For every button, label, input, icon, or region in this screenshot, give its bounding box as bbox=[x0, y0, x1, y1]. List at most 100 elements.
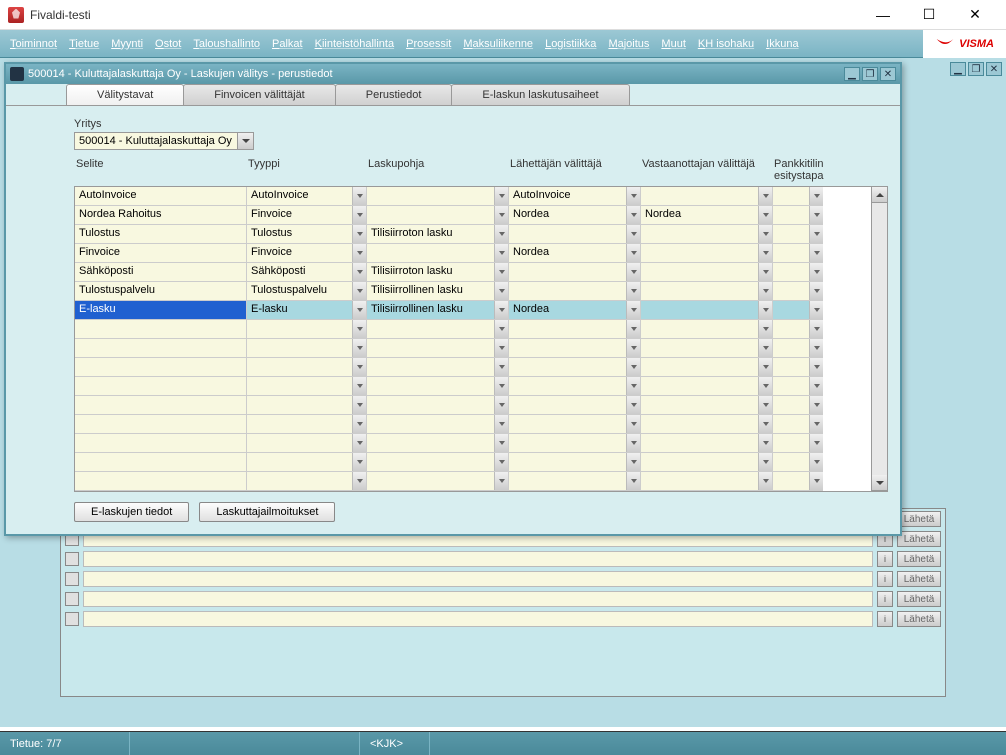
chevron-down-icon[interactable] bbox=[494, 472, 508, 490]
grid-cell[interactable] bbox=[367, 358, 509, 377]
grid-cell[interactable]: Nordea bbox=[641, 206, 773, 225]
checkbox[interactable] bbox=[65, 552, 79, 566]
chevron-down-icon[interactable] bbox=[352, 244, 366, 262]
grid-cell[interactable] bbox=[75, 453, 247, 472]
grid-cell[interactable] bbox=[247, 396, 367, 415]
chevron-down-icon[interactable] bbox=[626, 358, 640, 376]
minimize-button[interactable]: — bbox=[860, 0, 906, 30]
grid-cell[interactable] bbox=[75, 396, 247, 415]
grid-cell[interactable] bbox=[367, 396, 509, 415]
grid-cell[interactable] bbox=[641, 301, 773, 320]
chevron-down-icon[interactable] bbox=[809, 225, 823, 243]
grid-cell[interactable]: Tilisiirroton lasku bbox=[367, 263, 509, 282]
chevron-down-icon[interactable] bbox=[352, 339, 366, 357]
chevron-down-icon[interactable] bbox=[809, 282, 823, 300]
grid-cell[interactable] bbox=[367, 206, 509, 225]
grid-cell[interactable] bbox=[75, 377, 247, 396]
chevron-down-icon[interactable] bbox=[626, 244, 640, 262]
send-button[interactable]: Lähetä bbox=[897, 551, 941, 567]
grid-cell[interactable]: Tilisiirrollinen lasku bbox=[367, 301, 509, 320]
grid-cell[interactable] bbox=[367, 339, 509, 358]
scroll-down-icon[interactable] bbox=[872, 475, 887, 491]
table-row[interactable] bbox=[75, 396, 871, 415]
grid-cell[interactable]: Sähköposti bbox=[75, 263, 247, 282]
chevron-down-icon[interactable] bbox=[494, 282, 508, 300]
grid-cell[interactable] bbox=[247, 377, 367, 396]
grid-cell[interactable]: Nordea bbox=[509, 301, 641, 320]
elaskujen-tiedot-button[interactable]: E-laskujen tiedot bbox=[74, 502, 189, 522]
table-row[interactable] bbox=[75, 453, 871, 472]
chevron-down-icon[interactable] bbox=[758, 263, 772, 281]
info-button[interactable]: i bbox=[877, 611, 893, 627]
info-button[interactable]: i bbox=[877, 571, 893, 587]
grid-cell[interactable] bbox=[773, 434, 823, 453]
grid-cell[interactable] bbox=[641, 415, 773, 434]
grid-cell[interactable] bbox=[247, 320, 367, 339]
grid-cell[interactable]: Finvoice bbox=[75, 244, 247, 263]
grid-cell[interactable] bbox=[773, 358, 823, 377]
chevron-down-icon[interactable] bbox=[494, 415, 508, 433]
menu-item-muut[interactable]: Muut bbox=[655, 34, 691, 54]
grid-cell[interactable] bbox=[367, 320, 509, 339]
grid-cell[interactable]: E-lasku bbox=[75, 301, 247, 320]
grid-cell[interactable]: AutoInvoice bbox=[509, 187, 641, 206]
chevron-down-icon[interactable] bbox=[809, 244, 823, 262]
tab-3[interactable]: E-laskun laskutusaiheet bbox=[451, 84, 629, 105]
table-row[interactable]: Nordea RahoitusFinvoiceNordeaNordea bbox=[75, 206, 871, 225]
chevron-down-icon[interactable] bbox=[626, 339, 640, 357]
chevron-down-icon[interactable] bbox=[494, 187, 508, 205]
menu-item-maksuliikenne[interactable]: Maksuliikenne bbox=[457, 34, 539, 54]
checkbox[interactable] bbox=[65, 592, 79, 606]
grid-cell[interactable] bbox=[641, 396, 773, 415]
grid-cell[interactable] bbox=[641, 225, 773, 244]
grid-cell[interactable] bbox=[641, 358, 773, 377]
table-row[interactable] bbox=[75, 472, 871, 491]
grid-cell[interactable]: E-lasku bbox=[247, 301, 367, 320]
grid-cell[interactable] bbox=[773, 339, 823, 358]
checkbox[interactable] bbox=[65, 572, 79, 586]
grid-cell[interactable] bbox=[247, 453, 367, 472]
grid-cell[interactable] bbox=[367, 434, 509, 453]
grid-cell[interactable] bbox=[247, 358, 367, 377]
info-button[interactable]: i bbox=[877, 591, 893, 607]
table-row[interactable]: SähköpostiSähköpostiTilisiirroton lasku bbox=[75, 263, 871, 282]
grid-cell[interactable] bbox=[641, 377, 773, 396]
scroll-up-icon[interactable] bbox=[872, 187, 887, 203]
grid-cell[interactable] bbox=[247, 339, 367, 358]
grid-cell[interactable] bbox=[773, 187, 823, 206]
send-button[interactable]: Lähetä bbox=[897, 571, 941, 587]
chevron-down-icon[interactable] bbox=[352, 358, 366, 376]
sub-restore-icon[interactable]: ❐ bbox=[862, 67, 878, 81]
chevron-down-icon[interactable] bbox=[809, 187, 823, 205]
chevron-down-icon[interactable] bbox=[352, 434, 366, 452]
grid-cell[interactable] bbox=[367, 187, 509, 206]
table-row[interactable]: FinvoiceFinvoiceNordea bbox=[75, 244, 871, 263]
chevron-down-icon[interactable] bbox=[758, 415, 772, 433]
chevron-down-icon[interactable] bbox=[626, 434, 640, 452]
grid-cell[interactable] bbox=[75, 434, 247, 453]
chevron-down-icon[interactable] bbox=[352, 320, 366, 338]
table-row[interactable] bbox=[75, 358, 871, 377]
grid-cell[interactable] bbox=[773, 206, 823, 225]
chevron-down-icon[interactable] bbox=[494, 225, 508, 243]
grid-cell[interactable] bbox=[773, 244, 823, 263]
grid-cell[interactable] bbox=[509, 396, 641, 415]
grid-cell[interactable] bbox=[367, 415, 509, 434]
grid-cell[interactable]: Tilisiirroton lasku bbox=[367, 225, 509, 244]
grid-cell[interactable] bbox=[247, 472, 367, 491]
menu-item-toiminnot[interactable]: Toiminnot bbox=[4, 34, 63, 54]
chevron-down-icon[interactable] bbox=[626, 225, 640, 243]
grid-cell[interactable] bbox=[641, 472, 773, 491]
grid-cell[interactable] bbox=[773, 472, 823, 491]
chevron-down-icon[interactable] bbox=[352, 301, 366, 319]
grid-cell[interactable] bbox=[509, 358, 641, 377]
table-row[interactable] bbox=[75, 339, 871, 358]
table-row[interactable] bbox=[75, 320, 871, 339]
chevron-down-icon[interactable] bbox=[809, 453, 823, 471]
outer-close-icon[interactable]: ✕ bbox=[986, 62, 1002, 76]
chevron-down-icon[interactable] bbox=[494, 263, 508, 281]
menu-item-palkat[interactable]: Palkat bbox=[266, 34, 309, 54]
chevron-down-icon[interactable] bbox=[626, 396, 640, 414]
grid-cell[interactable] bbox=[75, 358, 247, 377]
menu-item-tietue[interactable]: Tietue bbox=[63, 34, 105, 54]
